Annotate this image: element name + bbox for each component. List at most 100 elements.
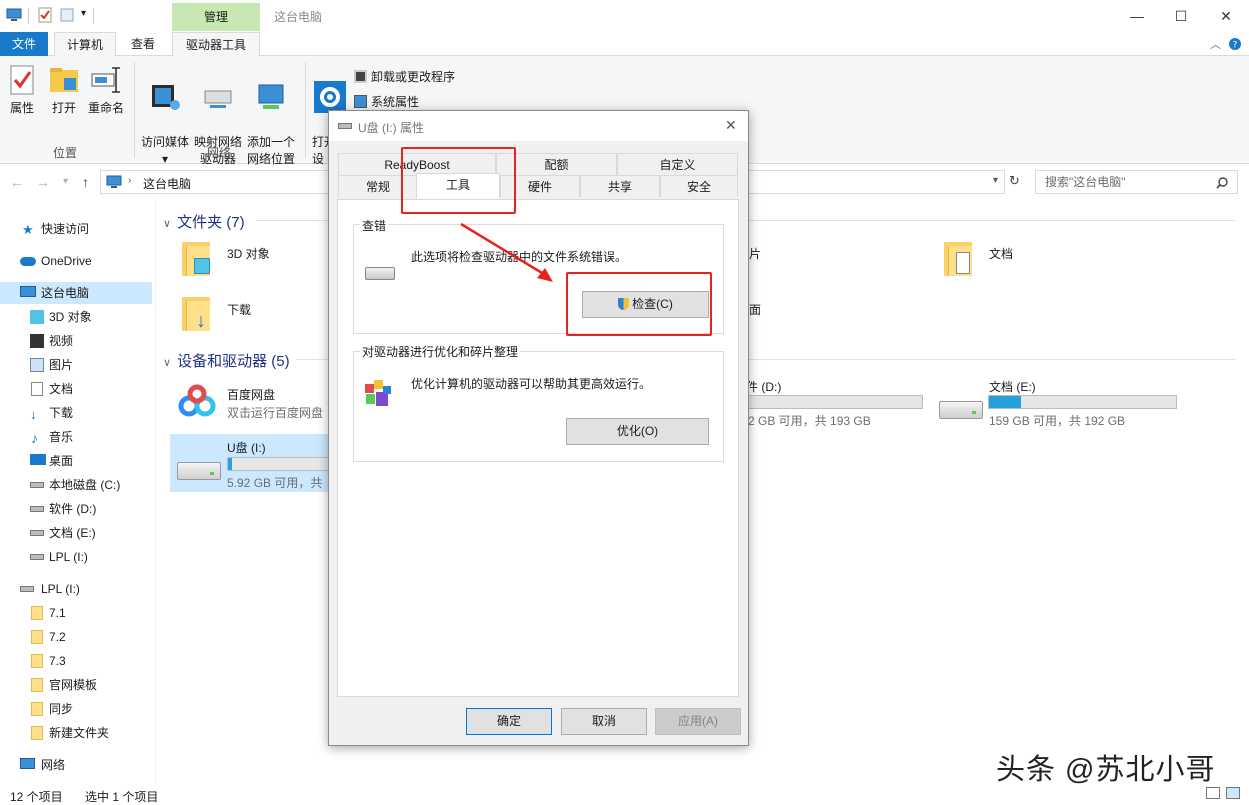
music-icon: ♪ — [31, 430, 38, 446]
drives-section-header[interactable]: ∨ 设备和驱动器 (5) — [163, 350, 290, 371]
tab-drive-tools[interactable]: 驱动器工具 — [172, 32, 260, 57]
nav-downloads[interactable]: ↓ 下载 — [0, 402, 152, 424]
address-dropdown-icon[interactable]: ▾ — [993, 175, 998, 186]
system-properties-button[interactable]: 系统属性 — [354, 93, 419, 110]
open-folder-icon — [50, 68, 78, 92]
tiles-view-icon[interactable] — [1226, 787, 1240, 799]
folder-3d-objects-label[interactable]: 3D 对象 — [227, 245, 270, 262]
up-arrow-icon[interactable]: ↑ — [82, 174, 89, 190]
computer-icon[interactable] — [6, 7, 22, 23]
nav-music[interactable]: ♪ 音乐 — [0, 426, 152, 448]
drive-e-icon[interactable] — [939, 401, 983, 419]
nav-folder-sync[interactable]: 同步 — [0, 698, 152, 720]
nav-folder-7-2[interactable]: 7.2 — [0, 626, 152, 648]
video-icon — [30, 334, 44, 348]
baidu-netdisk-icon[interactable] — [175, 380, 219, 424]
tab-view[interactable]: 查看 — [120, 32, 166, 56]
nav-folder-7-3[interactable]: 7.3 — [0, 650, 152, 672]
forward-arrow-icon[interactable]: → — [36, 174, 50, 190]
properties-label: 属性 — [9, 101, 34, 115]
access-media-button[interactable]: 访问媒体 ▾ — [140, 64, 190, 168]
nav-folder-7-1[interactable]: 7.1 — [0, 602, 152, 624]
computer-icon — [106, 175, 122, 188]
nav-3d-objects[interactable]: 3D 对象 — [0, 306, 152, 328]
refresh-icon[interactable]: ↻ — [1009, 173, 1020, 189]
rename-button[interactable]: 重命名 — [86, 64, 126, 117]
media-icon — [152, 85, 180, 110]
apply-button[interactable]: 应用(A) — [655, 708, 741, 735]
folder-downloads-label[interactable]: 下载 — [227, 301, 251, 318]
drive-icon — [30, 506, 44, 512]
nav-label: 这台电脑 — [41, 286, 90, 300]
nav-pictures[interactable]: 图片 — [0, 354, 152, 376]
details-view-icon[interactable] — [1206, 787, 1220, 799]
folder-documents-icon[interactable] — [944, 242, 972, 276]
drive-e-usage-bar — [988, 395, 1177, 409]
chevron-down-icon: ∨ — [163, 357, 172, 369]
folder-desktop-label[interactable]: 面 — [749, 301, 761, 318]
nav-folder-template[interactable]: 官网模板 — [0, 674, 152, 696]
nav-label: 下载 — [49, 406, 74, 420]
collapse-ribbon-icon[interactable]: ︿ — [1210, 36, 1221, 52]
nav-this-pc[interactable]: 这台电脑 — [0, 282, 152, 304]
tab-sharing[interactable]: 共享 — [580, 175, 660, 197]
nav-documents[interactable]: 文档 — [0, 378, 152, 400]
back-arrow-icon[interactable]: ← — [10, 174, 24, 190]
nav-desktop[interactable]: 桌面 — [0, 450, 152, 472]
add-network-location-button[interactable]: 添加一个 网络位置 — [246, 64, 296, 168]
nav-label: 7.3 — [49, 654, 66, 668]
tab-tools[interactable]: 工具 — [416, 173, 500, 199]
divider — [93, 8, 94, 24]
cube-icon — [30, 310, 44, 324]
optimize-button[interactable]: 优化(O) — [566, 418, 709, 445]
drive-d-label[interactable]: 件 (D:) — [746, 378, 781, 395]
tab-customize[interactable]: 自定义 — [617, 153, 738, 175]
folder-3d-objects-icon[interactable] — [182, 242, 210, 276]
folder-pictures-label[interactable]: 片 — [749, 245, 761, 262]
dialog-close-icon[interactable]: ✕ — [725, 117, 737, 134]
nav-quick-access[interactable]: ★ 快速访问 — [0, 218, 152, 240]
cancel-button[interactable]: 取消 — [561, 708, 647, 735]
nav-videos[interactable]: 视频 — [0, 330, 152, 352]
uninstall-programs-button[interactable]: 卸载或更改程序 — [354, 68, 455, 85]
nav-drive-e[interactable]: 文档 (E:) — [0, 522, 152, 544]
ok-button[interactable]: 确定 — [466, 708, 552, 735]
baidu-netdisk-label[interactable]: 百度网盘 — [227, 386, 275, 403]
minimize-button[interactable]: — — [1114, 4, 1160, 28]
nav-drive-c[interactable]: 本地磁盘 (C:) — [0, 474, 152, 496]
close-button[interactable]: ✕ — [1203, 4, 1249, 28]
folders-header-label: 文件夹 (7) — [177, 214, 245, 231]
help-icon[interactable]: ? — [1228, 37, 1242, 51]
usb-drive-label: U盘 (I:) — [227, 441, 266, 455]
search-icon[interactable] — [1216, 177, 1228, 189]
tab-file[interactable]: 文件 — [0, 32, 48, 56]
uninstall-programs-label: 卸载或更改程序 — [371, 70, 456, 84]
tab-computer[interactable]: 计算机 — [54, 32, 116, 57]
properties-check-icon[interactable] — [37, 7, 53, 23]
folder-icon — [31, 702, 43, 716]
nav-lpl-root[interactable]: LPL (I:) — [0, 578, 152, 600]
folders-section-header[interactable]: ∨ 文件夹 (7) — [163, 211, 245, 232]
item-count: 12 个项目 — [10, 790, 63, 804]
nav-network[interactable]: 网络 — [0, 754, 152, 776]
customize-quick-access-icon[interactable]: ▾ — [81, 8, 86, 19]
network-icon — [20, 758, 35, 769]
tab-security[interactable]: 安全 — [660, 175, 738, 197]
new-folder-icon[interactable] — [59, 7, 75, 23]
properties-button[interactable]: 属性 — [6, 64, 38, 117]
nav-folder-new[interactable]: 新建文件夹 — [0, 722, 152, 744]
breadcrumb-current[interactable]: 这台电脑 — [143, 175, 191, 192]
folder-downloads-icon[interactable]: ↓ — [182, 297, 210, 331]
folder-icon — [31, 606, 43, 620]
drive-e-label[interactable]: 文档 (E:) — [989, 378, 1036, 395]
folder-documents-label[interactable]: 文档 — [989, 245, 1013, 262]
search-input[interactable]: 搜索"这台电脑" — [1035, 170, 1238, 194]
recent-locations-icon[interactable]: ▾ — [63, 176, 68, 187]
nav-onedrive[interactable]: OneDrive — [0, 250, 152, 272]
open-button[interactable]: 打开 — [48, 64, 80, 117]
nav-drive-i[interactable]: LPL (I:) — [0, 546, 152, 568]
manage-context-tab[interactable]: 管理 — [172, 3, 260, 31]
document-icon — [31, 382, 43, 396]
nav-drive-d[interactable]: 软件 (D:) — [0, 498, 152, 520]
maximize-button[interactable]: ☐ — [1158, 4, 1204, 28]
